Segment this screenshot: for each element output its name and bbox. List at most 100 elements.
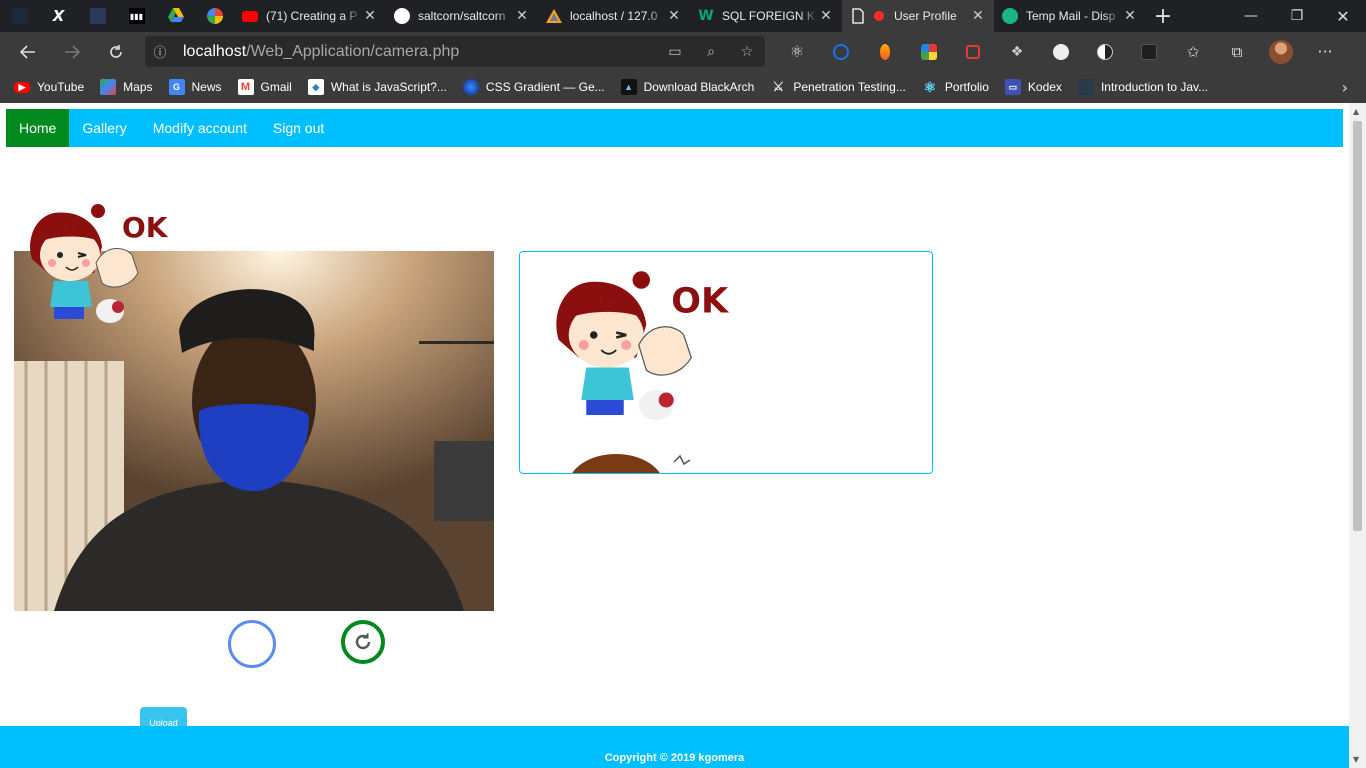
extension-react-devtools[interactable]: ⚛ (775, 32, 819, 71)
app-icon (1141, 43, 1157, 60)
bookmark-penetration-testing[interactable]: ⚔ Penetration Testing... (770, 79, 906, 95)
sticker-gallery[interactable]: OK (519, 251, 933, 474)
info-icon[interactable]: ⓘ (145, 42, 175, 61)
minimize-button[interactable]: — (1228, 0, 1274, 32)
scroll-up-arrow-icon[interactable]: ▲ (1353, 107, 1359, 116)
record-icon (966, 44, 980, 59)
reload-button[interactable] (94, 32, 138, 71)
close-window-button[interactable]: ✕ (1320, 0, 1366, 32)
scrollbar-thumb[interactable] (1353, 121, 1362, 531)
profile-button[interactable] (1259, 32, 1303, 71)
back-arrow-icon (20, 44, 35, 59)
ok-girl-sticker-image: OK (30, 204, 169, 323)
react-icon: ⚛ (923, 78, 937, 95)
retake-button[interactable] (341, 620, 385, 664)
pinned-tab-google-drive[interactable] (156, 0, 195, 32)
pinned-tab-app2[interactable] (78, 0, 117, 32)
extension-color[interactable] (863, 32, 907, 71)
back-button[interactable] (6, 32, 50, 71)
extension-app[interactable] (1127, 32, 1171, 71)
bookmark-youtube[interactable]: ▶ YouTube (14, 80, 84, 94)
nav-gallery[interactable]: Gallery (69, 109, 139, 147)
forward-button[interactable] (50, 32, 94, 71)
bookmarks-bar: ▶ YouTube Maps G News M Gmail ◆ What is Java… (0, 71, 1366, 103)
nav-home[interactable]: Home (6, 109, 70, 147)
close-icon[interactable]: ✕ (362, 8, 378, 24)
news-icon: G (168, 79, 185, 95)
settings-more-button[interactable]: ··· (1303, 32, 1347, 71)
extension-github[interactable] (1039, 32, 1083, 71)
bookmark-news[interactable]: G News (168, 79, 222, 95)
tab-youtube[interactable]: (71) Creating a P ✕ (234, 0, 386, 32)
github-icon (394, 8, 410, 24)
favorite-star-icon[interactable]: ☆ (729, 44, 765, 60)
pinned-tab-medium[interactable]: ▮▮▮ (117, 0, 156, 32)
bookmark-css-gradient[interactable]: CSS Gradient — Ge... (462, 79, 605, 95)
course-icon (1077, 79, 1094, 95)
zoom-icon[interactable]: ⌕ (693, 44, 729, 60)
close-icon[interactable]: ✕ (818, 8, 834, 24)
camera-in-use-icon[interactable]: ▭ (657, 44, 693, 60)
gmail-icon: M (237, 79, 254, 95)
bookmark-blackarch[interactable]: ▲ Download BlackArch (620, 79, 754, 95)
sticker-text: OK (122, 211, 168, 244)
extension-share[interactable] (819, 32, 863, 71)
collections-button[interactable]: ⧉ (1215, 32, 1259, 71)
pinned-tab-app[interactable] (0, 0, 39, 32)
site-footer: Copyright © 2019 kgomera (0, 726, 1349, 768)
extension-palette[interactable] (907, 32, 951, 71)
bookmark-gmail[interactable]: M Gmail (237, 79, 292, 95)
react-icon: ⚛ (789, 42, 805, 61)
bookmark-label: Portfolio (944, 80, 989, 94)
nav-modify-account[interactable]: Modify account (140, 109, 260, 147)
restore-button[interactable]: ❐ (1274, 0, 1320, 32)
sticker-option-2[interactable] (564, 452, 694, 473)
sticker-option-ok[interactable]: OK (550, 270, 730, 430)
bookmark-label: Kodex (1027, 80, 1062, 94)
share-icon (833, 43, 849, 60)
scroll-down-arrow-icon[interactable]: ▼ (1353, 755, 1359, 764)
extension-dark-mode[interactable] (1083, 32, 1127, 71)
bookmark-maps[interactable]: Maps (100, 79, 153, 95)
youtube-icon: ▶ (14, 81, 30, 93)
bookmark-javascript[interactable]: ◆ What is JavaScript?... (307, 79, 447, 95)
close-icon[interactable]: ✕ (666, 8, 682, 24)
github-icon (1053, 43, 1069, 60)
close-icon[interactable]: ✕ (970, 8, 986, 24)
tab-w3schools[interactable]: W SQL FOREIGN K ✕ (690, 0, 842, 32)
tab-github[interactable]: saltcorn/saltcorn ✕ (386, 0, 538, 32)
close-icon[interactable]: ✕ (514, 8, 530, 24)
tab-user-profile[interactable]: User Profile ✕ (842, 0, 994, 32)
url-host: localhost (183, 42, 247, 60)
page-scrollbar[interactable]: ▲ ▼ (1349, 103, 1366, 768)
chevron-right-icon[interactable]: › (1342, 78, 1348, 97)
pinned-tab-google[interactable] (195, 0, 234, 32)
bookmark-portfolio[interactable]: ⚛ Portfolio (922, 79, 989, 95)
w3schools-icon: W (698, 8, 714, 24)
css-gradient-icon (462, 79, 479, 95)
reload-icon (110, 44, 122, 58)
ok-sticker-overlay[interactable]: OK (26, 203, 169, 331)
tab-title: (71) Creating a P (266, 9, 358, 23)
favorites-button[interactable]: ✩ (1171, 32, 1215, 71)
recording-indicator-icon (874, 11, 884, 21)
tempmail-icon (1002, 8, 1018, 24)
sticker-image (572, 454, 691, 473)
nav-sign-out[interactable]: Sign out (260, 109, 337, 147)
address-url[interactable]: localhost/Web_Application/camera.php (175, 43, 657, 61)
capture-button[interactable] (228, 620, 276, 668)
ok-girl-sticker-image: OK (556, 271, 730, 420)
tab-phpmyadmin[interactable]: localhost / 127.0 ✕ (538, 0, 690, 32)
extensions-bar: ⚛ ❖ ✩ ⧉ ··· (775, 32, 1347, 71)
color-picker-icon (880, 43, 890, 60)
address-bar[interactable]: ⓘ localhost/Web_Application/camera.php ▭… (145, 36, 765, 67)
bookmark-intro-javascript[interactable]: Introduction to Jav... (1077, 79, 1208, 95)
tab-temp-mail[interactable]: Temp Mail - Disp ✕ (994, 0, 1146, 32)
bookmark-kodex[interactable]: ▭ Kodex (1004, 79, 1062, 95)
close-icon[interactable]: ✕ (1122, 8, 1138, 24)
page-viewport: Home Gallery Modify account Sign out OK … (0, 103, 1349, 768)
new-tab-button[interactable]: + (1146, 0, 1180, 32)
extension-screen-recorder[interactable] (951, 32, 995, 71)
pinned-tab-x[interactable]: X (39, 0, 78, 32)
extension-dropbox[interactable]: ❖ (995, 32, 1039, 71)
